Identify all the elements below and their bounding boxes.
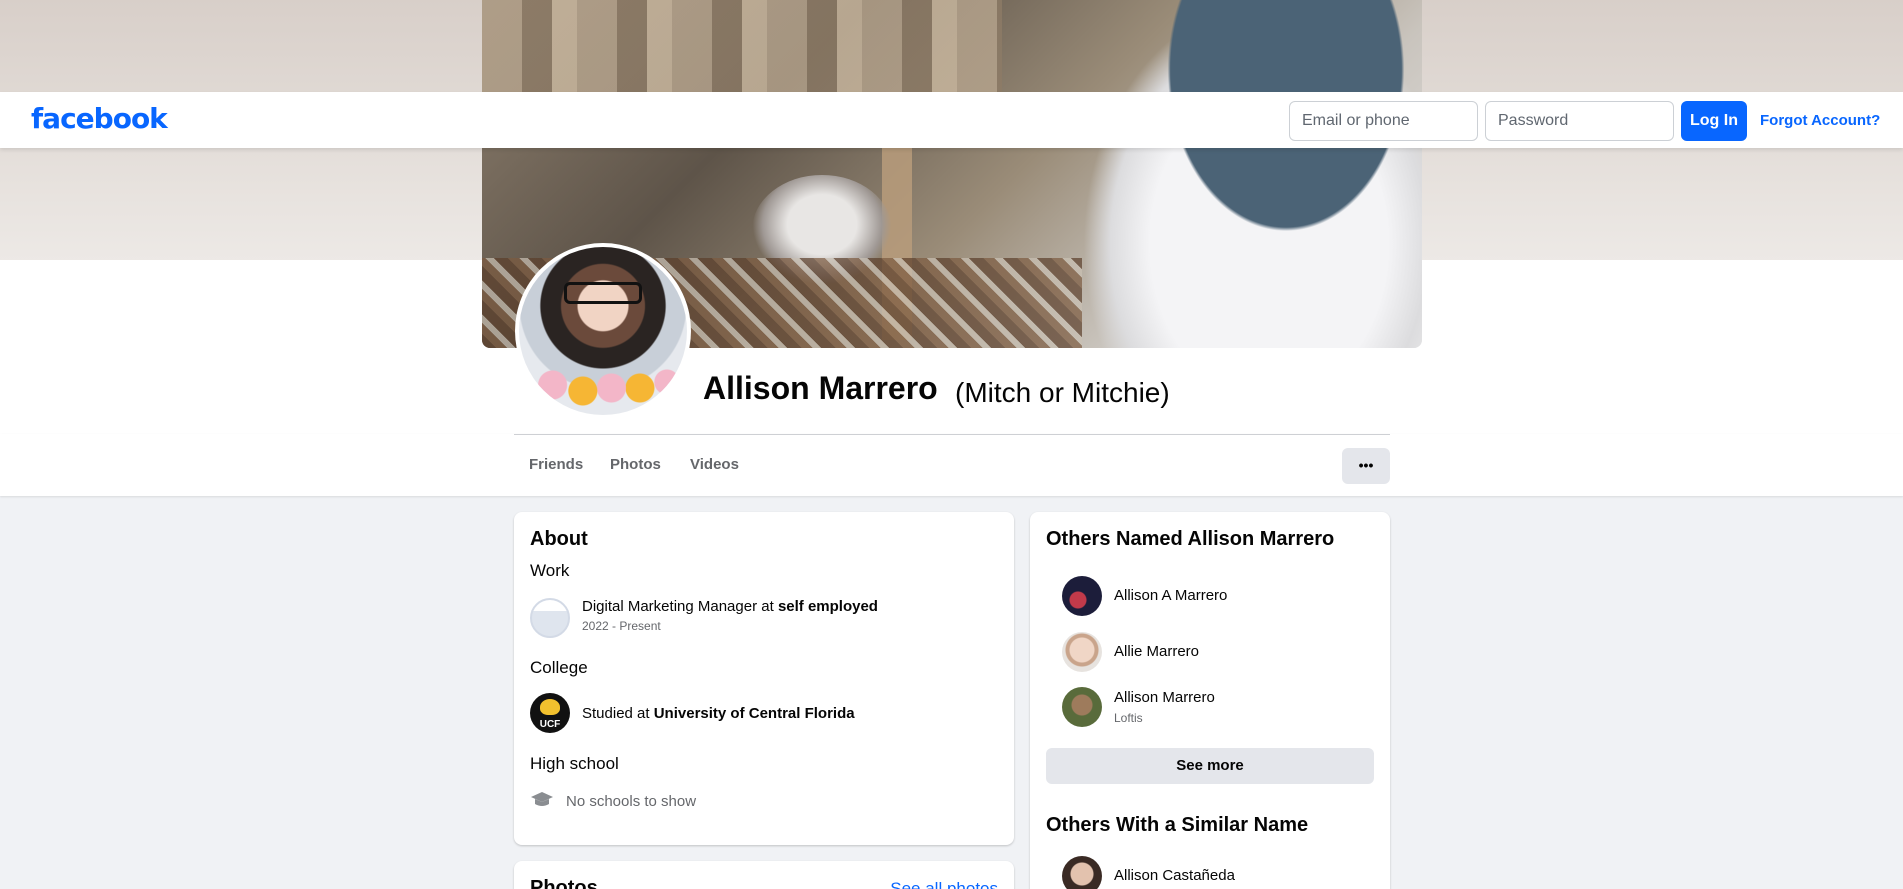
forgot-account-link[interactable]: Forgot Account? bbox=[1760, 112, 1880, 129]
avatar-glasses bbox=[564, 282, 642, 304]
others-named-card: Others Named Allison Marrero Allison A M… bbox=[1030, 512, 1390, 889]
top-navigation-bar: facebook Email or phone Password Log In … bbox=[0, 92, 1903, 148]
cover-logs bbox=[482, 0, 1002, 100]
person-avatar[interactable] bbox=[1062, 856, 1102, 889]
photos-card: Photos See all photos bbox=[514, 861, 1014, 889]
college-entry: Studied at University of Central Florida bbox=[582, 705, 855, 722]
work-heading: Work bbox=[530, 561, 570, 580]
profile-tabs-bar bbox=[0, 434, 1903, 496]
work-entry: Digital Marketing Manager at self employ… bbox=[582, 598, 878, 615]
more-options-button[interactable]: ••• bbox=[1342, 448, 1390, 484]
profile-alternate-name: (Mitch or Mitchie) bbox=[955, 377, 1170, 408]
tab-friends[interactable]: Friends bbox=[529, 456, 583, 473]
person-avatar[interactable] bbox=[1062, 632, 1102, 672]
similar-name-title: Others With a Similar Name bbox=[1046, 814, 1309, 836]
avatar-flowers bbox=[519, 355, 687, 415]
work-dates: 2022 - Present bbox=[582, 619, 661, 633]
highschool-empty: No schools to show bbox=[566, 793, 697, 810]
tab-videos[interactable]: Videos bbox=[690, 456, 739, 473]
avatar bbox=[519, 247, 687, 415]
login-button[interactable]: Log In bbox=[1681, 101, 1747, 141]
password-input[interactable]: Password bbox=[1485, 101, 1674, 141]
person-avatar[interactable] bbox=[1062, 687, 1102, 727]
graduation-cap-icon bbox=[531, 792, 553, 806]
person-name[interactable]: Allie Marrero bbox=[1114, 643, 1199, 660]
cover-plush bbox=[1082, 0, 1422, 348]
profile-name: Allison Marrero bbox=[703, 370, 938, 406]
briefcase-icon bbox=[530, 598, 570, 638]
about-card: About Work Digital Marketing Manager at … bbox=[514, 512, 1014, 845]
others-named-title: Others Named Allison Marrero bbox=[1046, 528, 1335, 550]
person-subtitle: Loftis bbox=[1114, 711, 1143, 725]
college-heading: College bbox=[530, 658, 588, 677]
see-all-photos-link[interactable]: See all photos bbox=[890, 879, 998, 889]
facebook-logo[interactable]: facebook bbox=[31, 102, 168, 135]
about-title: About bbox=[530, 528, 588, 550]
person-name[interactable]: Allison Marrero bbox=[1114, 689, 1215, 706]
college-prefix: Studied at bbox=[582, 705, 654, 722]
see-more-button[interactable]: See more bbox=[1046, 748, 1374, 784]
ucf-logo-text: UCF bbox=[539, 719, 561, 730]
person-avatar[interactable] bbox=[1062, 576, 1102, 616]
photos-title: Photos bbox=[530, 877, 598, 889]
work-place[interactable]: self employed bbox=[778, 598, 878, 615]
highschool-heading: High school bbox=[530, 754, 619, 773]
college-name[interactable]: University of Central Florida bbox=[654, 705, 855, 722]
person-name[interactable]: Allison A Marrero bbox=[1114, 587, 1227, 604]
ucf-logo-icon[interactable]: UCF bbox=[530, 693, 570, 733]
profile-divider bbox=[514, 434, 1390, 435]
person-name[interactable]: Allison Castañeda bbox=[1114, 867, 1235, 884]
work-title: Digital Marketing Manager at bbox=[582, 598, 778, 615]
tab-photos[interactable]: Photos bbox=[610, 456, 661, 473]
email-input[interactable]: Email or phone bbox=[1289, 101, 1478, 141]
profile-picture[interactable] bbox=[515, 243, 691, 419]
